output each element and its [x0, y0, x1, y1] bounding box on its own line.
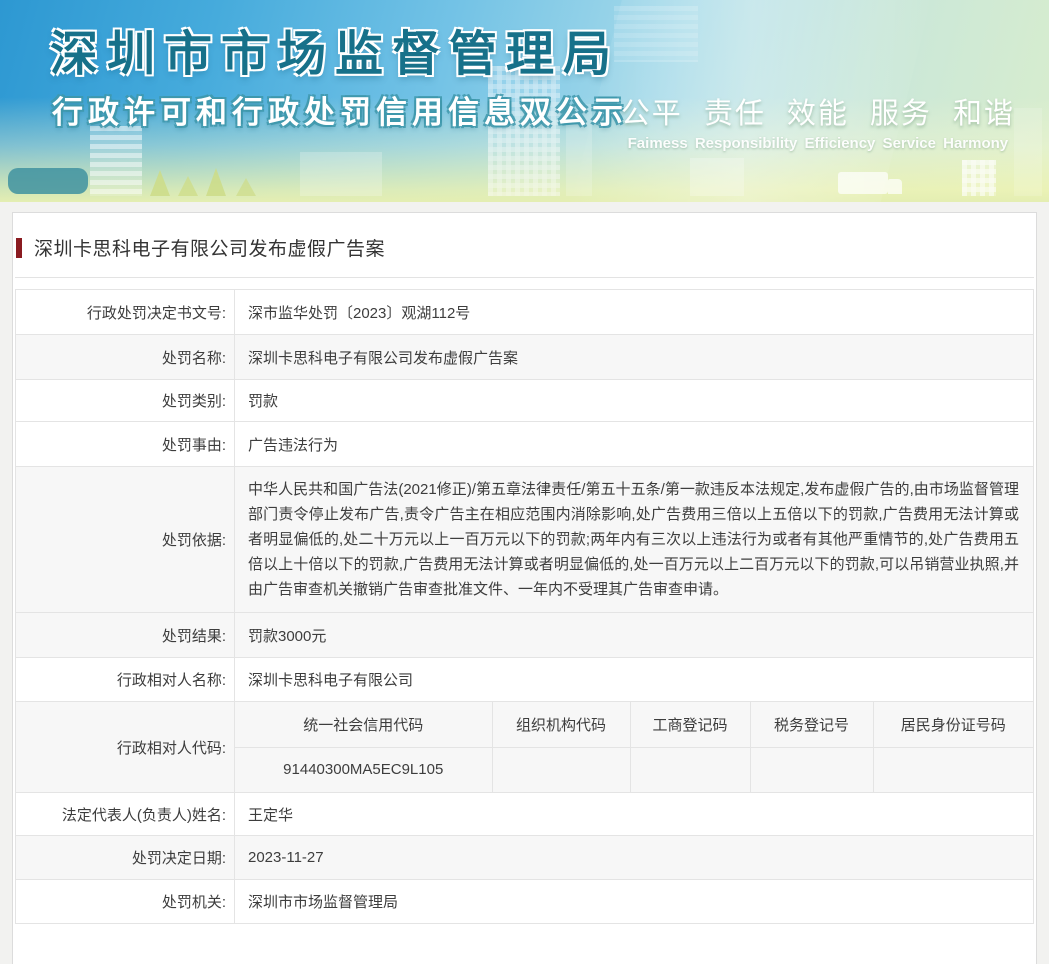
- row-label: 处罚名称:: [15, 334, 235, 380]
- row-label: 处罚结果:: [15, 612, 235, 658]
- content-panel: 深圳卡思科电子有限公司发布虚假广告案 行政处罚决定书文号: 深市监华处罚〔202…: [12, 212, 1037, 964]
- tree-silhouette: [206, 168, 226, 196]
- code-col-header: 居民身份证号码: [873, 702, 1033, 748]
- row-value: 深圳市市场监督管理局: [234, 879, 1034, 924]
- row-party-name: 行政相对人名称: 深圳卡思科电子有限公司: [15, 657, 1034, 702]
- title-divider: [15, 277, 1034, 278]
- row-decision-date: 处罚决定日期: 2023-11-27: [15, 835, 1034, 880]
- slogan-chinese: 公平 责任 效能 服务 和谐: [620, 98, 1015, 130]
- slogan-english: Faimess Responsibility Efficiency Servic…: [627, 135, 1009, 152]
- title-accent-bar: [16, 237, 22, 258]
- tree-silhouette: [178, 176, 198, 196]
- row-value: 中华人民共和国广告法(2021修正)/第五章法律责任/第五十五条/第一款违反本法…: [234, 466, 1034, 613]
- code-col-header: 组织机构代码: [492, 702, 631, 748]
- code-value: 91440300MA5EC9L105: [235, 747, 493, 792]
- skyline-building: [690, 158, 744, 196]
- row-penalty-name: 处罚名称: 深圳卡思科电子有限公司发布虚假广告案: [15, 334, 1034, 380]
- row-penalty-doc-number: 行政处罚决定书文号: 深市监华处罚〔2023〕观湖112号: [15, 289, 1034, 335]
- skyline-building: [1014, 108, 1042, 196]
- row-value: 2023-11-27: [234, 835, 1034, 880]
- codes-header-row: 统一社会信用代码 组织机构代码 工商登记码 税务登记号 居民身份证号码: [235, 702, 1033, 748]
- bus-silhouette: [8, 168, 88, 194]
- agency-title: 深圳市市场监督管理局: [50, 28, 621, 81]
- row-label: 处罚依据:: [15, 466, 235, 613]
- row-penalty-category: 处罚类别: 罚款: [15, 379, 1034, 422]
- row-party-codes: 行政相对人代码: 统一社会信用代码 组织机构代码 工商登记码 税务登记号 居民身…: [15, 701, 1034, 793]
- page-title-row: 深圳卡思科电子有限公司发布虚假广告案: [16, 234, 1033, 261]
- row-value: 深圳卡思科电子有限公司发布虚假广告案: [234, 334, 1034, 380]
- row-label: 处罚机关:: [15, 879, 235, 924]
- code-col-header: 税务登记号: [750, 702, 874, 748]
- code-value: [873, 747, 1033, 792]
- penalty-info-table: 行政处罚决定书文号: 深市监华处罚〔2023〕观湖112号 处罚名称: 深圳卡思…: [15, 289, 1034, 924]
- skyline-building: [962, 160, 996, 196]
- row-value: 深圳卡思科电子有限公司: [234, 657, 1034, 702]
- row-value: 深市监华处罚〔2023〕观湖112号: [234, 289, 1034, 335]
- row-label: 处罚决定日期:: [15, 835, 235, 880]
- row-legal-representative: 法定代表人(负责人)姓名: 王定华: [15, 792, 1034, 836]
- row-penalty-reason: 处罚事由: 广告违法行为: [15, 421, 1034, 467]
- code-value: [750, 747, 874, 792]
- row-label: 处罚类别:: [15, 379, 235, 422]
- row-value: 罚款: [234, 379, 1034, 422]
- truck-silhouette: [838, 172, 902, 194]
- slogan-block: 公平 责任 效能 服务 和谐 Faimess Responsibility Ef…: [621, 90, 1015, 152]
- row-label: 处罚事由:: [15, 421, 235, 467]
- row-penalty-basis: 处罚依据: 中华人民共和国广告法(2021修正)/第五章法律责任/第五十五条/第…: [15, 466, 1034, 613]
- row-value: 王定华: [234, 792, 1034, 836]
- row-value: 罚款3000元: [234, 612, 1034, 658]
- row-label: 行政相对人代码:: [15, 701, 235, 793]
- tree-silhouette: [236, 178, 256, 196]
- party-codes-table: 统一社会信用代码 组织机构代码 工商登记码 税务登记号 居民身份证号码 9144…: [235, 702, 1033, 792]
- row-value: 广告违法行为: [234, 421, 1034, 467]
- row-label: 法定代表人(负责人)姓名:: [15, 792, 235, 836]
- skyline-building: [614, 6, 698, 62]
- codes-value-row: 91440300MA5EC9L105: [235, 747, 1033, 792]
- skyline-building: [300, 152, 382, 196]
- row-label: 行政处罚决定书文号:: [15, 289, 235, 335]
- code-col-header: 工商登记码: [630, 702, 751, 748]
- code-value: [492, 747, 631, 792]
- row-penalty-authority: 处罚机关: 深圳市市场监督管理局: [15, 879, 1034, 924]
- skyline-building: [90, 126, 142, 196]
- page-title: 深圳卡思科电子有限公司发布虚假广告案: [34, 239, 386, 260]
- site-banner: 深圳市市场监督管理局 行政许可和行政处罚信用信息双公示 公平 责任 效能 服务 …: [0, 0, 1049, 202]
- row-penalty-result: 处罚结果: 罚款3000元: [15, 612, 1034, 658]
- banner-subtitle: 行政许可和行政处罚信用信息双公示: [52, 95, 628, 130]
- row-label: 行政相对人名称:: [15, 657, 235, 702]
- party-codes-cell: 统一社会信用代码 组织机构代码 工商登记码 税务登记号 居民身份证号码 9144…: [234, 701, 1034, 793]
- code-col-header: 统一社会信用代码: [235, 702, 493, 748]
- code-value: [630, 747, 751, 792]
- tree-silhouette: [150, 170, 170, 196]
